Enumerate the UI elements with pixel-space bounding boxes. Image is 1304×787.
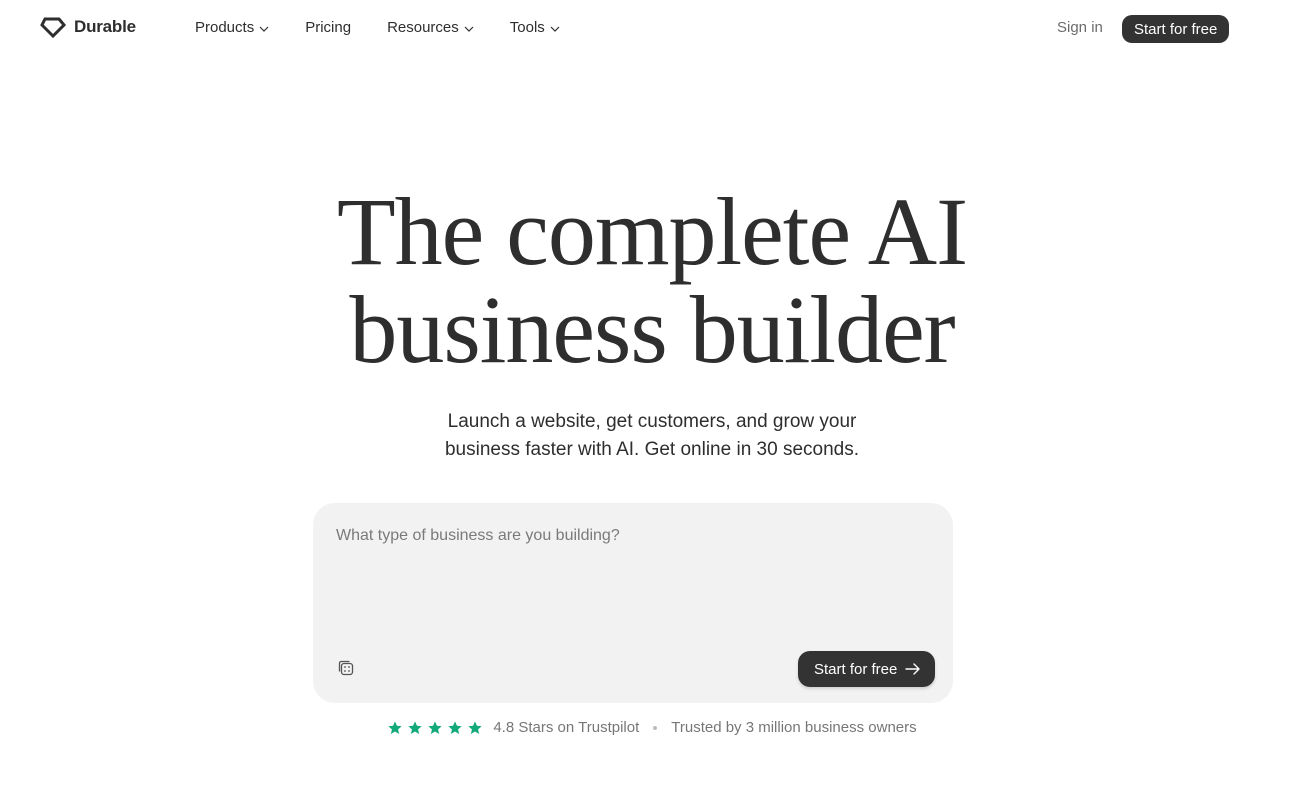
trusted-by-text: Trusted by 3 million business owners bbox=[671, 719, 917, 736]
star-icon bbox=[428, 720, 443, 734]
separator-dot bbox=[653, 725, 658, 730]
chevron-down-icon bbox=[464, 26, 474, 32]
nav-item-label: Tools bbox=[509, 19, 545, 36]
hero-subtitle-line-1: Launch a website, get customers, and gro… bbox=[447, 411, 857, 432]
business-prompt-box: Start for free bbox=[313, 503, 953, 703]
trustpilot-rating-text: 4.8 Stars on Trustpilot bbox=[493, 719, 640, 736]
business-type-input[interactable] bbox=[336, 527, 926, 637]
star-icon bbox=[388, 720, 403, 734]
nav-item-resources[interactable]: Resources bbox=[387, 19, 474, 36]
start-for-free-button[interactable]: Start for free bbox=[798, 651, 936, 687]
arrow-right-icon bbox=[905, 663, 921, 675]
durable-logo-icon bbox=[40, 17, 66, 38]
sign-in-link[interactable]: Sign in bbox=[1057, 19, 1103, 36]
nav-item-products[interactable]: Products bbox=[195, 19, 269, 36]
main-menu: Products Pricing Resources Tools bbox=[195, 19, 596, 36]
nav-item-pricing[interactable]: Pricing bbox=[305, 19, 351, 36]
star-icon bbox=[408, 720, 423, 734]
hero-headline-line-2: business builder bbox=[349, 276, 955, 383]
nav-item-label: Resources bbox=[387, 19, 459, 36]
hero-headline: The complete AI business builder bbox=[0, 183, 1304, 379]
dice-icon[interactable] bbox=[337, 659, 355, 682]
star-icon bbox=[448, 720, 463, 734]
star-icon bbox=[468, 720, 483, 734]
hero-subtitle-line-2: business faster with AI. Get online in 3… bbox=[444, 439, 859, 460]
hero-headline-line-1: The complete AI bbox=[336, 178, 968, 285]
brand-name: Durable bbox=[74, 17, 136, 36]
nav-item-label: Products bbox=[195, 19, 255, 36]
chevron-down-icon bbox=[259, 26, 269, 32]
start-for-free-label: Start for free bbox=[814, 660, 898, 678]
nav-item-tools[interactable]: Tools bbox=[510, 19, 560, 36]
start-for-free-button-nav[interactable]: Start for free bbox=[1122, 15, 1230, 43]
chevron-down-icon bbox=[550, 26, 560, 32]
hero-subtitle: Launch a website, get customers, and gro… bbox=[0, 408, 1304, 464]
nav-item-label: Pricing bbox=[305, 19, 352, 36]
social-proof: 4.8 Stars on Trustpilot Trusted by 3 mil… bbox=[0, 719, 1304, 736]
brand-logo[interactable]: Durable bbox=[40, 16, 136, 38]
top-nav: Durable Products Pricing Resources Tools… bbox=[0, 0, 1304, 58]
star-rating bbox=[387, 720, 483, 736]
